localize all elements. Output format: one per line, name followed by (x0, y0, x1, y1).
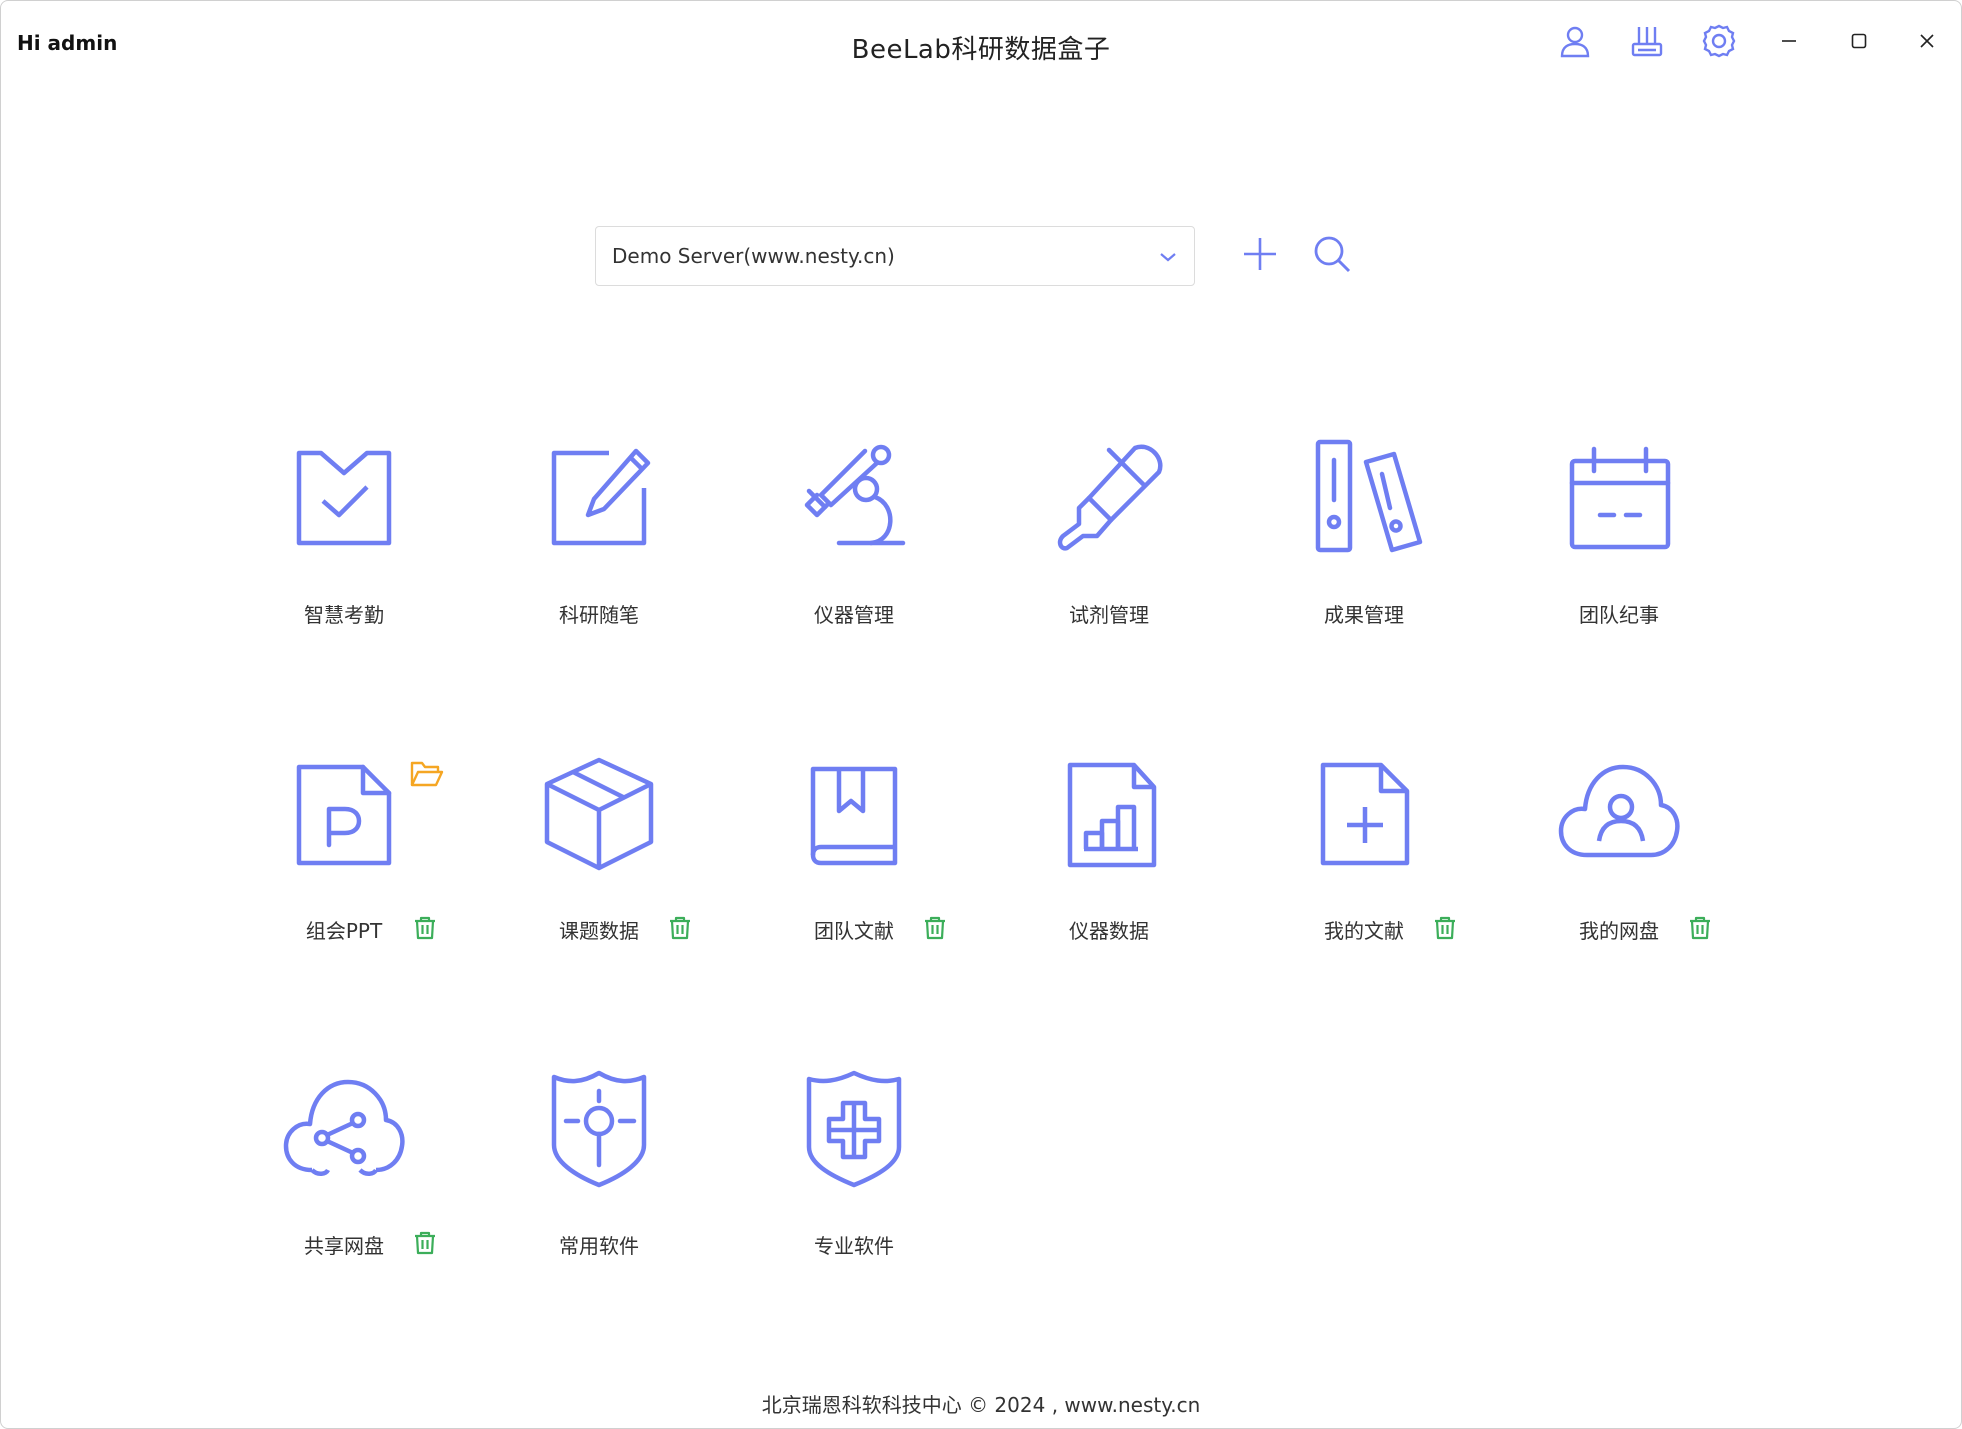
close-button[interactable] (1907, 21, 1947, 61)
tile-label: 智慧考勤 (304, 603, 384, 627)
trash-icon[interactable] (667, 915, 693, 941)
tile-project-data[interactable]: 课题数据 (499, 749, 699, 969)
tile-label: 常用软件 (559, 1234, 639, 1258)
tile-team-chronicle[interactable]: 团队纪事 (1519, 433, 1719, 653)
tile-my-literature[interactable]: 我的文献 (1264, 749, 1464, 969)
tile-instrument-management[interactable]: 仪器管理 (754, 433, 954, 653)
server-selected-value: Demo Server(www.nesty.cn) (612, 244, 895, 268)
tile-reagent-management[interactable]: 试剂管理 (1009, 433, 1209, 653)
shield-cross-icon (789, 1064, 919, 1194)
chevron-down-icon (1160, 253, 1176, 262)
tile-team-literature[interactable]: 团队文献 (754, 749, 954, 969)
trash-icon[interactable] (412, 915, 438, 941)
tile-professional-software[interactable]: 专业软件 (754, 1064, 954, 1284)
tile-label: 专业软件 (814, 1234, 894, 1258)
file-add-icon (1299, 749, 1429, 879)
search-icon (1314, 236, 1351, 273)
plus-icon (1244, 238, 1276, 270)
bookmark-book-icon (789, 749, 919, 879)
footer-copyright: 北京瑞恩科软科技中心 © 2024 , www.nesty.cn (761, 1393, 1201, 1417)
tile-achievement-management[interactable]: 成果管理 (1264, 433, 1464, 653)
user-icon[interactable] (1553, 19, 1597, 63)
tile-research-notes[interactable]: 科研随笔 (499, 433, 699, 653)
tile-group-ppt[interactable]: 组会PPT (244, 749, 444, 969)
tile-attendance[interactable]: 智慧考勤 (244, 433, 444, 653)
server-select[interactable]: Demo Server(www.nesty.cn) (595, 226, 1195, 286)
title-bar: Hi admin BeeLab科研数据盒子 (1, 1, 1961, 87)
check-square-icon (279, 433, 409, 563)
trash-icon[interactable] (412, 1230, 438, 1256)
tile-label: 成果管理 (1324, 603, 1404, 627)
cloud-user-icon (1554, 749, 1684, 879)
microscope-icon (789, 433, 919, 563)
search-button[interactable] (1307, 229, 1357, 279)
add-server-button[interactable] (1235, 229, 1285, 279)
tile-my-drive[interactable]: 我的网盘 (1519, 749, 1719, 969)
calendar-icon (1554, 433, 1684, 563)
folder-open-icon[interactable] (410, 759, 444, 791)
binders-icon (1299, 433, 1429, 563)
app-window: Hi admin BeeLab科研数据盒子 Demo Server(www.ne… (0, 0, 1962, 1429)
trash-icon[interactable] (1432, 915, 1458, 941)
tile-label: 科研随笔 (559, 603, 639, 627)
ppt-file-icon (279, 749, 409, 879)
tile-label: 团队纪事 (1579, 603, 1659, 627)
gear-icon[interactable] (1697, 19, 1741, 63)
edit-icon (534, 433, 664, 563)
bar-chart-file-icon (1044, 749, 1174, 879)
tile-label: 仪器管理 (814, 603, 894, 627)
maximize-button[interactable] (1839, 21, 1879, 61)
minimize-button[interactable] (1769, 21, 1809, 61)
tile-label: 试剂管理 (1069, 603, 1149, 627)
tile-instrument-data[interactable]: 仪器数据 (1009, 749, 1209, 969)
tile-label: 仪器数据 (1069, 919, 1149, 943)
router-icon[interactable] (1625, 19, 1669, 63)
tile-shared-drive[interactable]: 共享网盘 (244, 1064, 444, 1284)
trash-icon[interactable] (922, 915, 948, 941)
shield-target-icon (534, 1064, 664, 1194)
tile-common-software[interactable]: 常用软件 (499, 1064, 699, 1284)
box-icon (534, 749, 664, 879)
trash-icon[interactable] (1687, 915, 1713, 941)
thermometer-icon (1044, 433, 1174, 563)
cloud-share-icon (279, 1064, 409, 1194)
